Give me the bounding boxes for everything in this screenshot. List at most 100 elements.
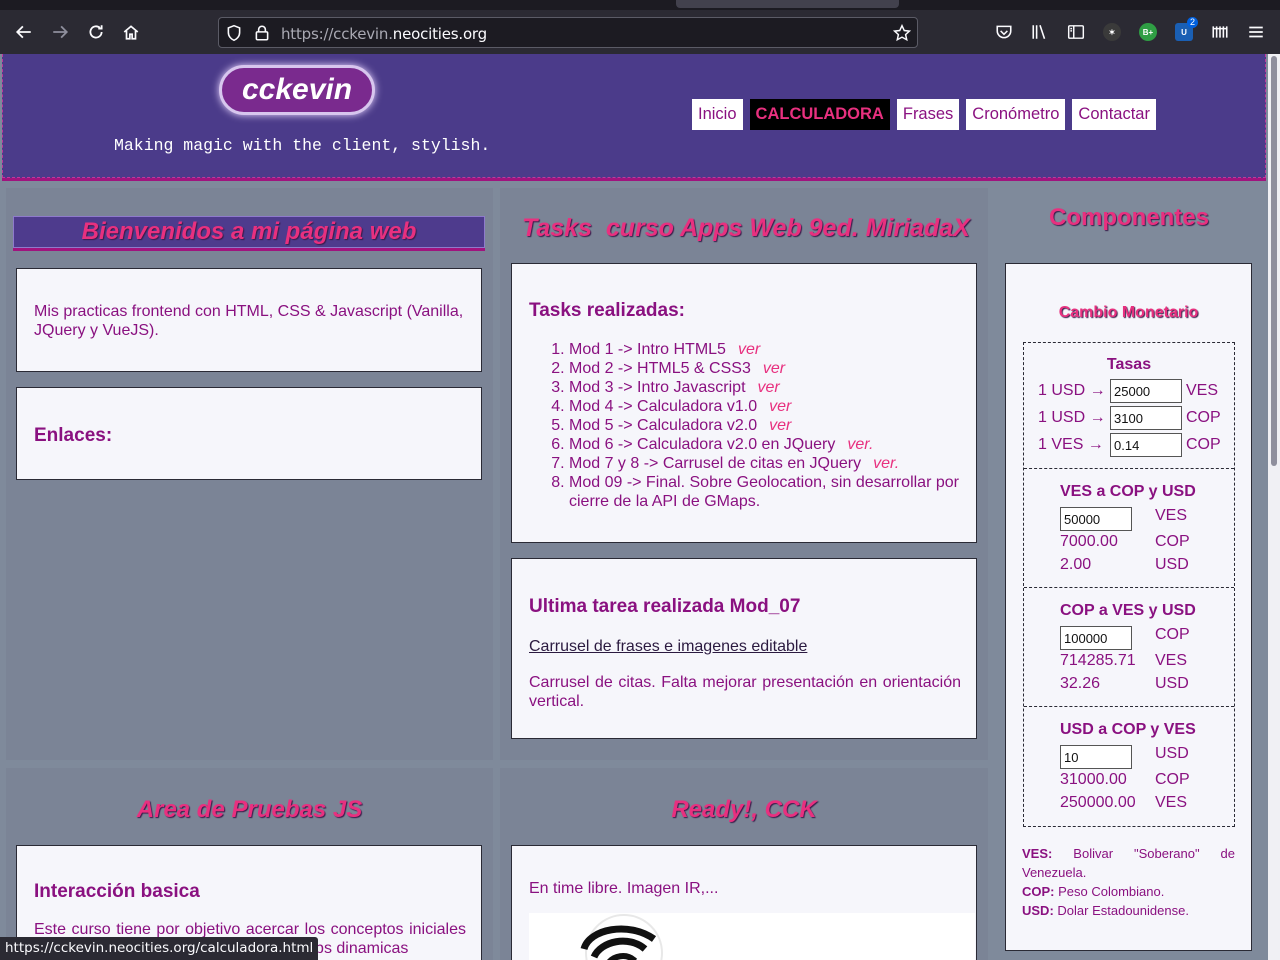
result-row: 714285.71 VES bbox=[1060, 652, 1187, 670]
task-ver-link[interactable]: ver bbox=[738, 341, 760, 358]
interaction-heading: Interacción basica bbox=[34, 881, 200, 902]
section-title: COP a VES y USD bbox=[1060, 602, 1196, 619]
result-currency: COP bbox=[1155, 771, 1190, 788]
tasas-title: Tasas bbox=[1106, 356, 1152, 373]
extensions-icon[interactable] bbox=[1211, 23, 1229, 41]
legend-key: COP: bbox=[1022, 884, 1055, 899]
nav-cronometro[interactable]: Cronómetro bbox=[966, 99, 1066, 130]
input-currency: COP bbox=[1155, 626, 1190, 643]
input-row: 50000 VES bbox=[1060, 507, 1187, 531]
rate-ves-cop-input[interactable]: 0.14 bbox=[1110, 433, 1182, 457]
result-currency: USD bbox=[1155, 675, 1189, 692]
sidebar-icon[interactable] bbox=[1067, 23, 1085, 41]
nav-calculadora[interactable]: CALCULADORA bbox=[749, 99, 890, 130]
result-currency: COP bbox=[1155, 533, 1190, 550]
legend-value: Dolar Estadounidense. bbox=[1057, 903, 1189, 918]
task-item: Mod 2 -> HTML5 & CSS3 ver bbox=[569, 359, 969, 378]
task-text: Mod 1 -> Intro HTML5 bbox=[569, 341, 726, 358]
shield-icon[interactable] bbox=[225, 24, 243, 42]
cambio-title: Cambio Monetario bbox=[1058, 304, 1199, 321]
pocket-icon[interactable] bbox=[995, 23, 1013, 41]
result-row: 32.26 USD bbox=[1060, 675, 1189, 693]
task-ver-link[interactable]: ver bbox=[758, 379, 780, 396]
task-ver-link[interactable]: ver bbox=[769, 417, 791, 434]
cop-section: COP a VES y USD 100000 COP 714285.71 VES … bbox=[1024, 588, 1234, 707]
input-currency: USD bbox=[1155, 745, 1189, 762]
back-icon[interactable] bbox=[10, 18, 38, 46]
url-text[interactable]: https://cckevin.neocities.org bbox=[281, 25, 487, 43]
input-currency: VES bbox=[1155, 507, 1188, 524]
last-task-heading: Ultima tarea realizada Mod_07 bbox=[529, 596, 801, 617]
task-ver-link[interactable]: ver. bbox=[847, 436, 873, 453]
tasks-card: Tasks realizadas: Mod 1 -> Intro HTML5 ve… bbox=[511, 263, 977, 543]
rate-currency: COP bbox=[1186, 436, 1221, 453]
bplus-extension-icon[interactable]: B+ bbox=[1139, 23, 1157, 41]
result-currency: VES bbox=[1155, 794, 1188, 811]
legend-item: COP: Peso Colombiano. bbox=[1022, 882, 1235, 901]
carrusel-link[interactable]: Carrusel de frases e imagenes editable bbox=[529, 638, 807, 656]
rate-usd-cop-input[interactable]: 3100 bbox=[1110, 406, 1182, 430]
input-row: 10 USD bbox=[1060, 745, 1189, 769]
converter-box: Tasas 1 USD → 25000 VES 1 USD → 3100 COP… bbox=[1023, 342, 1235, 827]
tasks-title: Tasks curso Apps Web 9ed. MiriadaX bbox=[522, 214, 970, 242]
task-item: Mod 5 -> Calculadora v2.0 ver bbox=[569, 416, 969, 435]
components-title: Componentes bbox=[1048, 204, 1209, 231]
extension-badge: 2 bbox=[1187, 17, 1199, 28]
currency-legend: VES: Bolivar "Soberano" de Venezuela. CO… bbox=[1022, 844, 1235, 920]
site-logo[interactable]: cckevin bbox=[219, 65, 375, 115]
task-item: Mod 7 y 8 -> Carrusel de citas en JQuery… bbox=[569, 454, 969, 473]
legend-key: USD: bbox=[1022, 903, 1054, 918]
tasks-list: Mod 1 -> Intro HTML5 ver Mod 2 -> HTML5 &… bbox=[569, 340, 969, 511]
spiral-image bbox=[529, 913, 975, 960]
url-bar[interactable]: https://cckevin.neocities.org bbox=[218, 17, 918, 48]
task-text: Mod 6 -> Calculadora v2.0 en JQuery bbox=[569, 436, 836, 453]
lock-icon[interactable] bbox=[253, 24, 271, 42]
ves-amount-input[interactable]: 50000 bbox=[1060, 507, 1132, 531]
nav-contactar[interactable]: Contactar bbox=[1072, 99, 1156, 130]
page-scrollbar[interactable] bbox=[1268, 54, 1280, 960]
result-row: 31000.00 COP bbox=[1060, 771, 1190, 789]
task-ver-link[interactable]: ver bbox=[763, 360, 785, 377]
rate-usd-ves-input[interactable]: 25000 bbox=[1110, 379, 1182, 403]
links-title: Enlaces: bbox=[34, 425, 113, 446]
bookmark-star-icon[interactable] bbox=[893, 24, 911, 42]
legend-item: USD: Dolar Estadounidense. bbox=[1022, 901, 1235, 920]
task-item: Mod 3 -> Intro Javascript ver bbox=[569, 378, 969, 397]
extension-icon[interactable]: ✶ bbox=[1103, 23, 1121, 41]
cop-amount-input[interactable]: 100000 bbox=[1060, 626, 1132, 650]
usd-amount-input[interactable]: 10 bbox=[1060, 745, 1132, 769]
menu-icon[interactable] bbox=[1247, 23, 1265, 41]
welcome-title: Bienvenidos a mi página web bbox=[81, 218, 417, 245]
result-currency: VES bbox=[1155, 652, 1188, 669]
task-item: Mod 1 -> Intro HTML5 ver bbox=[569, 340, 969, 359]
task-text: Mod 2 -> HTML5 & CSS3 bbox=[569, 360, 751, 377]
result-value: 714285.71 bbox=[1060, 652, 1136, 669]
ready-title: Ready!, CCK bbox=[671, 796, 817, 823]
nav-frases[interactable]: Frases bbox=[896, 99, 960, 130]
reload-icon[interactable] bbox=[82, 18, 110, 46]
forward-icon[interactable] bbox=[46, 18, 74, 46]
site-header: cckevin Making magic with the client, st… bbox=[2, 54, 1266, 178]
usd-section: USD a COP y VES 10 USD 31000.00 COP 25000… bbox=[1024, 707, 1234, 826]
tab-hint[interactable] bbox=[676, 0, 899, 8]
home-icon[interactable] bbox=[117, 18, 145, 46]
scrollbar-thumb[interactable] bbox=[1271, 56, 1277, 466]
task-ver-link[interactable]: ver bbox=[769, 398, 791, 415]
rates-section: Tasas 1 USD → 25000 VES 1 USD → 3100 COP… bbox=[1024, 343, 1234, 469]
spiral-logo-icon bbox=[580, 914, 663, 960]
library-icon[interactable] bbox=[1031, 23, 1049, 41]
ves-section: VES a COP y USD 50000 VES 7000.00 COP 2.0… bbox=[1024, 469, 1234, 588]
rate-currency: VES bbox=[1186, 382, 1219, 399]
result-row: 250000.00 VES bbox=[1060, 794, 1187, 812]
task-ver-link[interactable]: ver. bbox=[873, 455, 899, 472]
rate-row: 1 USD → 3100 COP bbox=[1038, 406, 1221, 430]
task-item: Mod 4 -> Calculadora v1.0 ver bbox=[569, 397, 969, 416]
browser-toolbar: https://cckevin.neocities.org ✶ B+ U 2 bbox=[0, 10, 1280, 54]
rate-label: 1 USD → bbox=[1038, 382, 1106, 399]
task-text: Mod 7 y 8 -> Carrusel de citas en JQuery bbox=[569, 455, 862, 472]
web-page: cckevin Making magic with the client, st… bbox=[0, 54, 1268, 960]
tasks-heading: Tasks realizadas: bbox=[529, 300, 685, 321]
legend-item: VES: Bolivar "Soberano" de Venezuela. bbox=[1022, 844, 1235, 882]
rate-label: 1 VES → bbox=[1038, 436, 1104, 453]
nav-inicio[interactable]: Inicio bbox=[692, 99, 743, 130]
